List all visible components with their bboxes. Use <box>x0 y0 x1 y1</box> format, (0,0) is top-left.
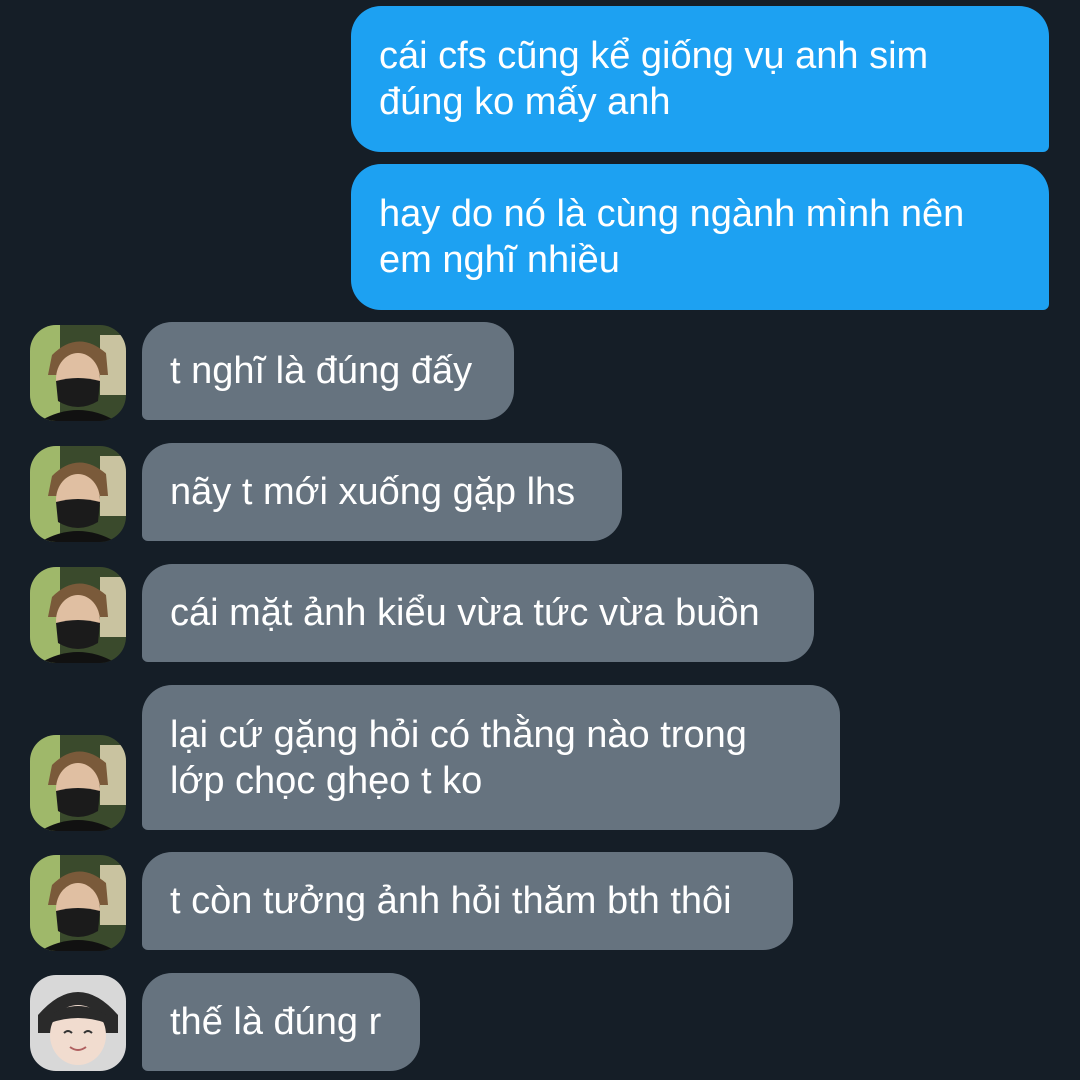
avatar-masked-boy[interactable] <box>30 567 126 663</box>
incoming-message[interactable]: cái mặt ảnh kiểu vừa tức vừa buồn <box>142 564 814 662</box>
smiling-face-avatar-icon <box>30 975 126 1071</box>
avatar-masked-boy[interactable] <box>30 446 126 542</box>
message-line: thế là đúng r <box>170 1001 382 1043</box>
outgoing-message[interactable]: cái cfs cũng kể giống vụ anh sim đúng ko… <box>351 6 1049 152</box>
masked-boy-avatar-icon <box>30 325 126 421</box>
outgoing-message[interactable]: hay do nó là cùng ngành mình nên em nghĩ… <box>351 164 1049 310</box>
incoming-message[interactable]: thế là đúng r <box>142 973 420 1071</box>
message-line: hay do nó là cùng ngành mình nên <box>379 193 965 235</box>
masked-boy-avatar-icon <box>30 735 126 831</box>
message-line: nãy t mới xuống gặp lhs <box>170 471 576 513</box>
masked-boy-avatar-icon <box>30 567 126 663</box>
incoming-message[interactable]: t nghĩ là đúng đấy <box>142 322 514 420</box>
chat-thread: cái cfs cũng kể giống vụ anh sim đúng ko… <box>0 0 1080 1080</box>
incoming-message[interactable]: t còn tưởng ảnh hỏi thăm bth thôi <box>142 852 793 950</box>
incoming-message[interactable]: nãy t mới xuống gặp lhs <box>142 443 622 541</box>
message-line: t nghĩ là đúng đấy <box>170 350 473 392</box>
message-line: đúng ko mấy anh <box>379 81 671 123</box>
avatar-masked-boy[interactable] <box>30 855 126 951</box>
masked-boy-avatar-icon <box>30 446 126 542</box>
message-line: cái mặt ảnh kiểu vừa tức vừa buồn <box>170 592 760 634</box>
avatar-smiling-face[interactable] <box>30 975 126 1071</box>
masked-boy-avatar-icon <box>30 855 126 951</box>
message-line: em nghĩ nhiều <box>379 239 620 281</box>
message-line: lớp chọc ghẹo t ko <box>170 759 483 802</box>
message-line: lại cứ gặng hỏi có thằng nào trong <box>170 713 747 756</box>
avatar-masked-boy[interactable] <box>30 735 126 831</box>
message-line: cái cfs cũng kể giống vụ anh sim <box>379 35 929 77</box>
incoming-message[interactable]: lại cứ gặng hỏi có thằng nào trong lớp c… <box>142 685 840 830</box>
message-line: t còn tưởng ảnh hỏi thăm bth thôi <box>170 880 732 922</box>
avatar-masked-boy[interactable] <box>30 325 126 421</box>
